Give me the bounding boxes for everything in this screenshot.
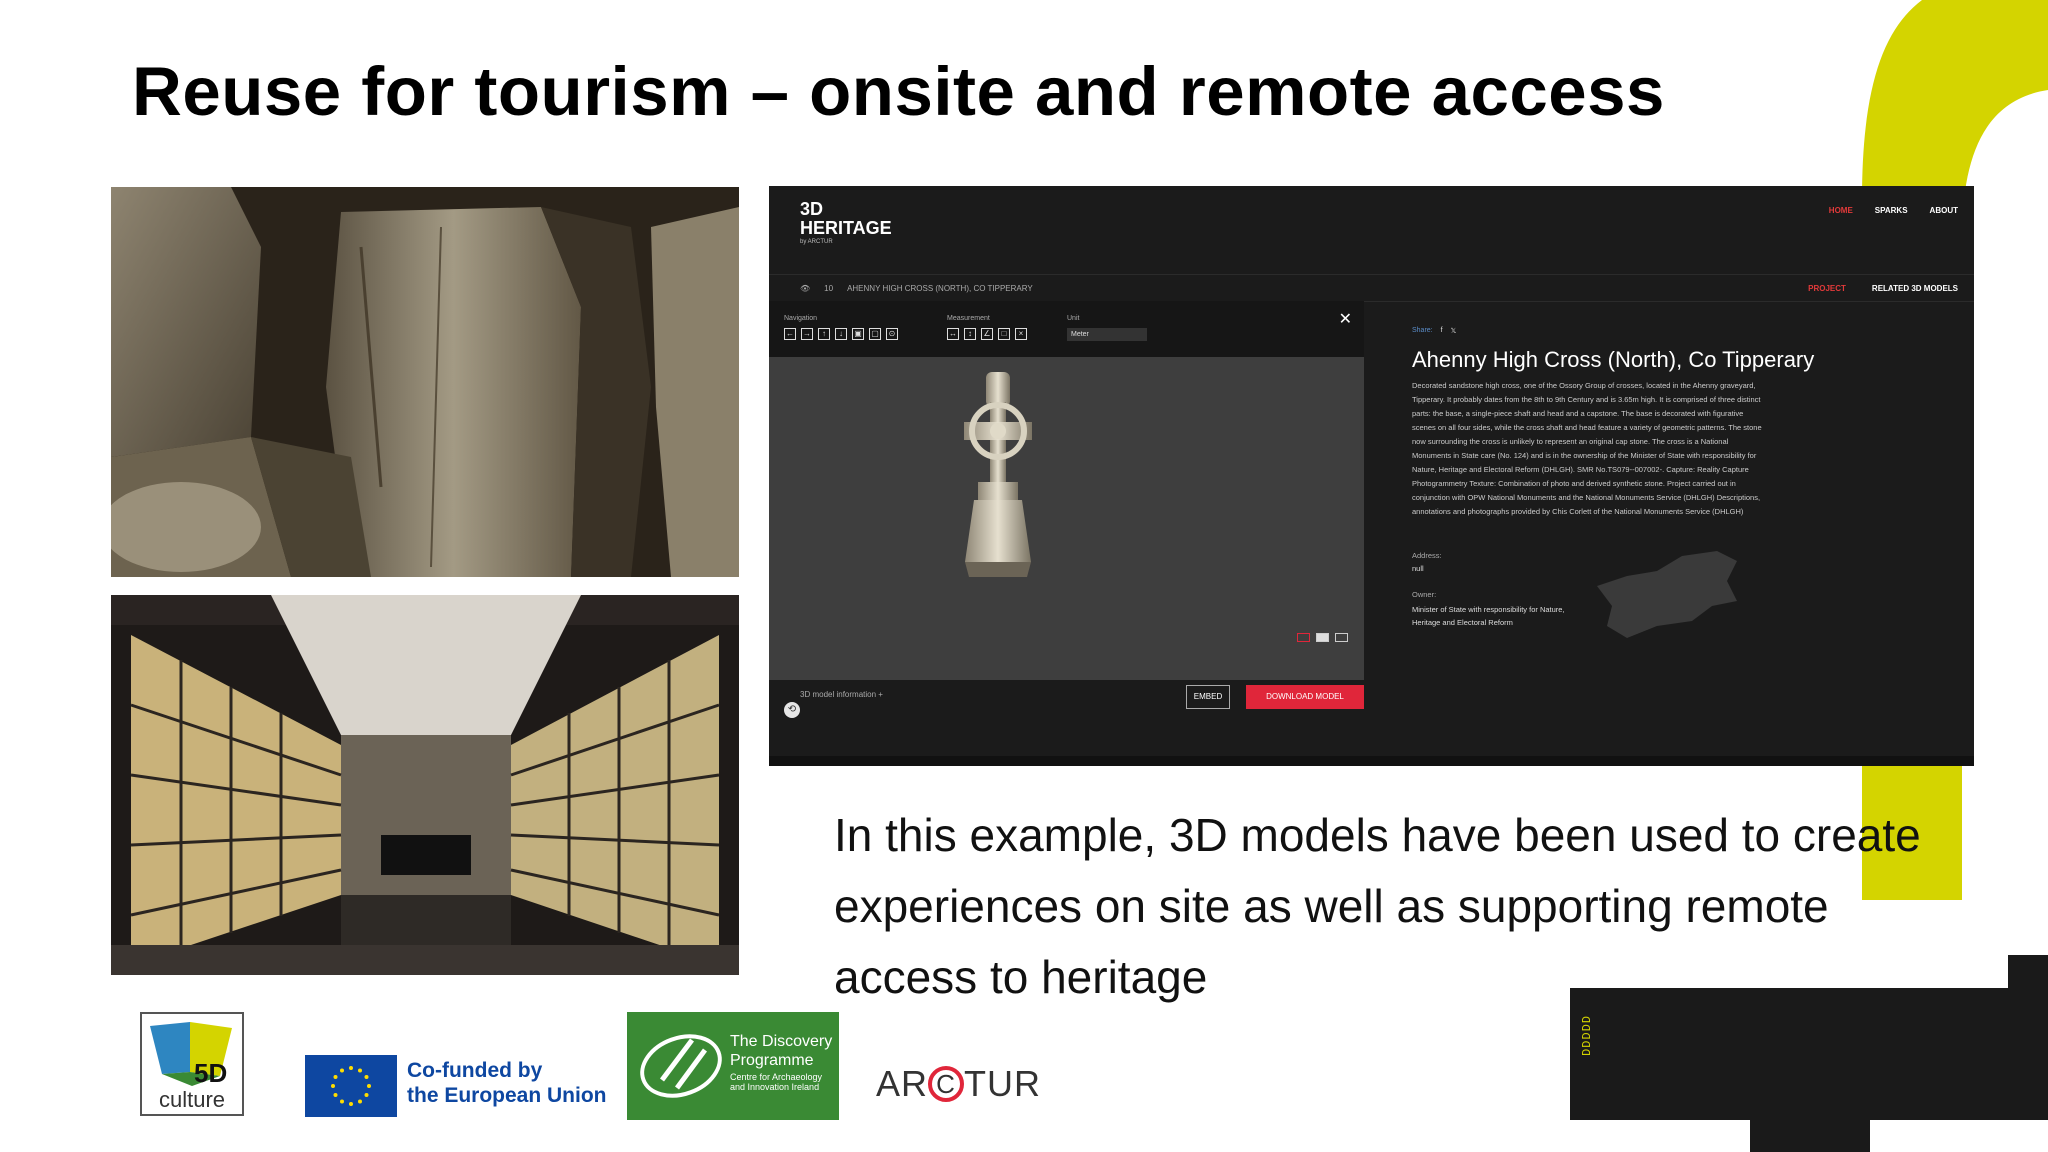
arctur-logo: AR C TUR [876, 1063, 1042, 1104]
measurement-label: Measurement [947, 315, 990, 322]
download-model-button[interactable]: DOWNLOAD MODEL [1246, 685, 1364, 709]
navigation-tools: ← → ↑ ↓ ▣ ▢ ⊙ [784, 328, 898, 340]
eu-funding-text: Co-funded by the European Union [407, 1059, 607, 1107]
sub-nav: PROJECT RELATED 3D MODELS [1808, 284, 1958, 293]
breadcrumb: 👁 10 AHENNY HIGH CROSS (NORTH), CO TIPPE… [800, 284, 1033, 293]
nav-orbit-icon[interactable]: ⊙ [886, 328, 898, 340]
measure-clear-icon[interactable]: × [1015, 328, 1027, 340]
embed-button[interactable]: EMBED [1186, 685, 1230, 709]
gallery-photo [111, 595, 739, 975]
view-mode-buttons [1297, 633, 1348, 642]
top-nav: HOME SPARKS ABOUT [1829, 206, 1958, 215]
model-canvas[interactable] [769, 357, 1364, 680]
os-taskbar [769, 756, 1974, 766]
model-viewer: Navigation ← → ↑ ↓ ▣ ▢ ⊙ Measurement ↔ ↕… [769, 301, 1364, 766]
svg-text:5D: 5D [194, 1058, 227, 1088]
nav-sparks[interactable]: SPARKS [1875, 206, 1908, 215]
breadcrumb-title: AHENNY HIGH CROSS (NORTH), CO TIPPERARY [847, 284, 1033, 293]
address-label: Address: [1412, 551, 1442, 560]
location-map [1597, 551, 1737, 638]
nav-front-icon[interactable]: ▣ [852, 328, 864, 340]
side-mark: DDDDD [1580, 1015, 1594, 1057]
measure-height-icon[interactable]: ↕ [964, 328, 976, 340]
share-row: Share: f 𝕏 [1412, 327, 1456, 335]
slide-title: Reuse for tourism – onsite and remote ac… [132, 53, 1665, 130]
close-icon[interactable]: ✕ [1339, 309, 1352, 329]
share-label: Share: [1412, 327, 1433, 334]
view-texture-icon[interactable] [1316, 633, 1329, 642]
eye-icon: 👁 [800, 284, 811, 293]
nav-up-icon[interactable]: ↑ [818, 328, 830, 340]
discovery-programme-logo: The Discovery Programme Centre for Archae… [627, 1012, 839, 1120]
high-cross-model [964, 372, 1032, 577]
viewer-toolbar: Navigation ← → ↑ ↓ ▣ ▢ ⊙ Measurement ↔ ↕… [769, 301, 1364, 357]
discovery-mark-icon [640, 1034, 722, 1098]
model-info-toggle[interactable]: 3D model information + [800, 690, 883, 699]
facebook-icon[interactable]: f [1441, 327, 1443, 335]
address-value: null [1412, 564, 1424, 573]
view-count: 10 [824, 284, 834, 293]
breadcrumb-bar: 👁 10 AHENNY HIGH CROSS (NORTH), CO TIPPE… [769, 274, 1974, 302]
measure-distance-icon[interactable]: ↔ [947, 328, 959, 340]
viewer-footer: 3D model information + ⟲ EMBED DOWNLOAD … [769, 680, 1364, 766]
nav-back-icon[interactable]: ▢ [869, 328, 881, 340]
nav-down-icon[interactable]: ↓ [835, 328, 847, 340]
owner-label: Owner: [1412, 590, 1437, 599]
measure-angle-icon[interactable]: ∠ [981, 328, 993, 340]
measurement-tools: ↔ ↕ ∠ □ × [947, 328, 1027, 340]
model-info-panel: Share: f 𝕏 Ahenny High Cross (North), Co… [1412, 301, 1972, 766]
eu-flag-icon [305, 1055, 397, 1117]
reset-icon[interactable]: ⟲ [784, 702, 800, 718]
site-logo[interactable]: 3D HERITAGE by ARCTUR [800, 200, 892, 246]
nav-about[interactable]: ABOUT [1930, 206, 1958, 215]
model-description: Decorated sandstone high cross, one of t… [1412, 381, 1762, 516]
tab-related-models[interactable]: RELATED 3D MODELS [1872, 284, 1958, 293]
unit-select[interactable]: Meter [1067, 328, 1147, 341]
model-title: Ahenny High Cross (North), Co Tipperary [1412, 347, 1815, 372]
svg-text:culture: culture [159, 1087, 225, 1112]
5d-culture-logo: 5D culture [140, 1012, 244, 1116]
measure-area-icon[interactable]: □ [998, 328, 1010, 340]
navigation-label: Navigation [784, 315, 818, 322]
view-solid-icon[interactable] [1297, 633, 1310, 642]
owner-value: Minister of State with responsibility fo… [1412, 605, 1565, 627]
body-text: In this example, 3D models have been use… [834, 809, 1921, 1003]
unit-label: Unit [1067, 315, 1080, 322]
nav-left-icon[interactable]: ← [784, 328, 796, 340]
tomb-stones-photo [111, 187, 739, 577]
nav-right-icon[interactable]: → [801, 328, 813, 340]
nav-home[interactable]: HOME [1829, 206, 1853, 215]
view-wire-icon[interactable] [1335, 633, 1348, 642]
x-icon[interactable]: 𝕏 [1451, 327, 1457, 335]
tab-project[interactable]: PROJECT [1808, 284, 1846, 293]
website-screenshot: 3D HERITAGE by ARCTUR HOME SPARKS ABOUT … [769, 186, 1974, 766]
